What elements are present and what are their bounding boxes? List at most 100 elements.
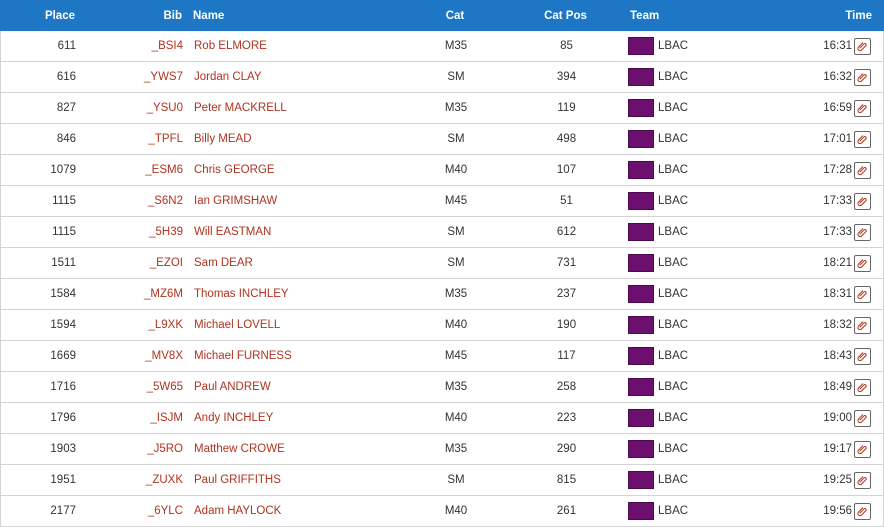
- bib-link[interactable]: _6YLC: [148, 505, 183, 517]
- runner-name-link[interactable]: Chris GEORGE: [194, 164, 275, 176]
- place-cell: 827: [56, 102, 76, 114]
- runner-name-link[interactable]: Will EASTMAN: [194, 226, 271, 238]
- bib-cell: _S6N2: [76, 195, 183, 207]
- runner-name-link[interactable]: Paul ANDREW: [194, 381, 271, 393]
- runner-name-link[interactable]: Rob ELMORE: [194, 40, 267, 52]
- attachment-button[interactable]: [854, 192, 871, 210]
- runner-name-link[interactable]: Paul GRIFFITHS: [194, 474, 281, 486]
- name-cell: Chris GEORGE: [183, 164, 383, 176]
- attachment-button[interactable]: [854, 440, 871, 458]
- name-cell: Thomas INCHLEY: [183, 288, 383, 300]
- name-cell: Peter MACKRELL: [183, 102, 383, 114]
- bib-link[interactable]: _J5RO: [147, 443, 183, 455]
- team-name: LBAC: [658, 71, 689, 83]
- attachment-button[interactable]: [854, 99, 871, 117]
- runner-name-link[interactable]: Jordan CLAY: [194, 71, 262, 83]
- team-cell: LBAC: [604, 502, 813, 520]
- cat-cell: M45: [444, 350, 468, 362]
- attachment-button[interactable]: [854, 316, 871, 334]
- name-cell: Michael FURNESS: [183, 350, 383, 362]
- bib-link[interactable]: _5W65: [147, 381, 183, 393]
- bib-link[interactable]: _ESM6: [145, 164, 183, 176]
- name-cell: Jordan CLAY: [183, 71, 383, 83]
- bib-link[interactable]: _L9XK: [148, 319, 183, 331]
- table-row: 1594 _L9XK Michael LOVELL M40 190 LBAC 1…: [1, 310, 883, 341]
- place-cell: 1079: [50, 164, 76, 176]
- runner-name-link[interactable]: Michael LOVELL: [194, 319, 280, 331]
- cat-cell: M35: [444, 102, 468, 114]
- name-cell: Adam HAYLOCK: [183, 505, 383, 517]
- paperclip-icon: [857, 413, 867, 423]
- bib-link[interactable]: _TPFL: [148, 133, 183, 145]
- header-time[interactable]: Time: [812, 10, 884, 22]
- bib-link[interactable]: _MV8X: [145, 350, 183, 362]
- header-cat-pos[interactable]: Cat Pos: [528, 10, 603, 22]
- attachment-button[interactable]: [854, 161, 871, 179]
- header-team[interactable]: Team: [603, 10, 812, 22]
- time-cell: 19:00: [813, 409, 883, 427]
- header-bib[interactable]: Bib: [75, 10, 182, 22]
- runner-name-link[interactable]: Andy INCHLEY: [194, 412, 273, 424]
- attachment-button[interactable]: [854, 223, 871, 241]
- bib-link[interactable]: _YSU0: [147, 102, 183, 114]
- cat-cell: M35: [444, 443, 468, 455]
- place-cell: 846: [56, 133, 76, 145]
- bib-link[interactable]: _BSI4: [152, 40, 183, 52]
- paperclip-icon: [857, 320, 867, 330]
- runner-name-link[interactable]: Billy MEAD: [194, 133, 252, 145]
- place-cell: 616: [56, 71, 76, 83]
- header-name[interactable]: Name: [182, 10, 382, 22]
- attachment-button[interactable]: [854, 68, 871, 86]
- place-cell: 1115: [52, 226, 76, 238]
- attachment-button[interactable]: [854, 409, 871, 427]
- bib-link[interactable]: _S6N2: [148, 195, 183, 207]
- results-table: Place Bib Name Cat Cat Pos Team Time 611…: [0, 0, 884, 527]
- cat-cell: M35: [444, 381, 468, 393]
- attachment-button[interactable]: [854, 378, 871, 396]
- header-cat[interactable]: Cat: [382, 10, 528, 22]
- runner-name-link[interactable]: Thomas INCHLEY: [194, 288, 289, 300]
- time-value: 18:49: [823, 381, 852, 393]
- bib-cell: _5W65: [76, 381, 183, 393]
- bib-link[interactable]: _ZUXK: [146, 474, 183, 486]
- bib-link[interactable]: _ISJM: [150, 412, 183, 424]
- attachment-button[interactable]: [854, 254, 871, 272]
- cat-pos-cell: 117: [557, 350, 576, 362]
- team-color-swatch: [628, 99, 654, 117]
- header-place[interactable]: Place: [0, 10, 75, 22]
- attachment-button[interactable]: [854, 502, 871, 520]
- cat-pos-cell: 85: [560, 40, 573, 52]
- time-value: 19:00: [823, 412, 852, 424]
- runner-name-link[interactable]: Peter MACKRELL: [194, 102, 287, 114]
- bib-link[interactable]: _YWS7: [144, 71, 183, 83]
- table-row: 1716 _5W65 Paul ANDREW M35 258 LBAC 18:4…: [1, 372, 883, 403]
- team-color-swatch: [628, 223, 654, 241]
- team-cell: LBAC: [604, 316, 813, 334]
- attachment-button[interactable]: [854, 37, 871, 55]
- attachment-button[interactable]: [854, 285, 871, 303]
- team-cell: LBAC: [604, 285, 813, 303]
- bib-cell: _ESM6: [76, 164, 183, 176]
- runner-name-link[interactable]: Adam HAYLOCK: [194, 505, 281, 517]
- cat-pos-cell: 237: [556, 288, 577, 300]
- attachment-button[interactable]: [854, 347, 871, 365]
- table-row: 1584 _MZ6M Thomas INCHLEY M35 237 LBAC 1…: [1, 279, 883, 310]
- bib-link[interactable]: _EZOI: [150, 257, 183, 269]
- runner-name-link[interactable]: Ian GRIMSHAW: [194, 195, 277, 207]
- bib-cell: _MV8X: [76, 350, 183, 362]
- bib-link[interactable]: _MZ6M: [144, 288, 183, 300]
- bib-cell: _YWS7: [76, 71, 183, 83]
- bib-cell: _6YLC: [76, 505, 183, 517]
- runner-name-link[interactable]: Michael FURNESS: [194, 350, 292, 362]
- team-name: LBAC: [658, 133, 689, 145]
- bib-link[interactable]: _5H39: [149, 226, 183, 238]
- attachment-button[interactable]: [854, 471, 871, 489]
- time-value: 18:32: [823, 319, 852, 331]
- table-row: 1903 _J5RO Matthew CROWE M35 290 LBAC 19…: [1, 434, 883, 465]
- attachment-button[interactable]: [854, 130, 871, 148]
- paperclip-icon: [857, 72, 867, 82]
- name-cell: Sam DEAR: [183, 257, 383, 269]
- runner-name-link[interactable]: Matthew CROWE: [194, 443, 285, 455]
- runner-name-link[interactable]: Sam DEAR: [194, 257, 253, 269]
- cat-cell: M40: [444, 505, 468, 517]
